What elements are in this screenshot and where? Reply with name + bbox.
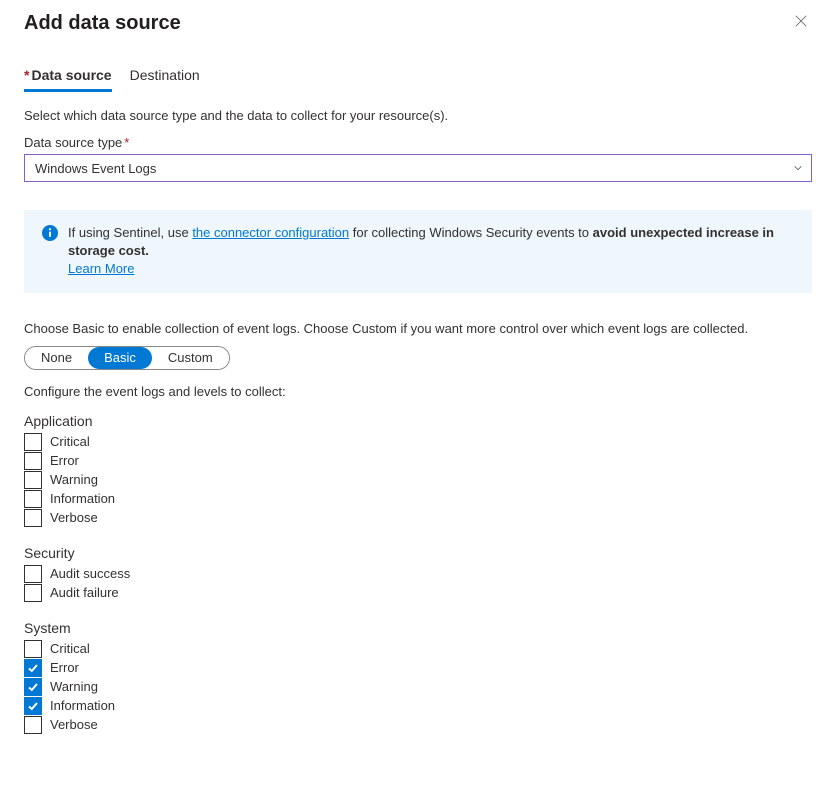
checkbox-row[interactable]: Critical — [24, 433, 812, 451]
group-label: Application — [24, 413, 812, 429]
checkbox-row[interactable]: Verbose — [24, 716, 812, 734]
checkbox-row[interactable]: Warning — [24, 678, 812, 696]
checkbox[interactable] — [24, 471, 42, 489]
log-group-application: Application Critical Error Warning Informati… — [24, 413, 812, 527]
chevron-down-icon — [793, 163, 803, 173]
pill-custom[interactable]: Custom — [152, 347, 229, 369]
panel-header: Add data source — [24, 12, 812, 35]
info-icon — [42, 225, 58, 241]
checkbox-label: Information — [50, 491, 115, 506]
log-group-system: System Critical Error Warning Information Ver… — [24, 620, 812, 734]
checkbox[interactable] — [24, 716, 42, 734]
checkbox-label: Audit failure — [50, 585, 119, 600]
checkbox-label: Error — [50, 660, 79, 675]
info-text: If using Sentinel, use the connector con… — [68, 224, 794, 279]
checkbox-row[interactable]: Critical — [24, 640, 812, 658]
checkbox[interactable] — [24, 640, 42, 658]
checkbox[interactable] — [24, 433, 42, 451]
connector-config-link[interactable]: the connector configuration — [192, 225, 349, 240]
checkbox-label: Information — [50, 698, 115, 713]
log-group-security: Security Audit success Audit failure — [24, 545, 812, 602]
checkbox-row[interactable]: Information — [24, 697, 812, 715]
checkbox-label: Critical — [50, 434, 90, 449]
learn-more-link[interactable]: Learn More — [68, 261, 134, 276]
data-source-type-label: Data source type* — [24, 135, 812, 150]
checkbox-row[interactable]: Audit success — [24, 565, 812, 583]
checkbox[interactable] — [24, 584, 42, 602]
checkbox-row[interactable]: Error — [24, 659, 812, 677]
checkbox-label: Verbose — [50, 717, 98, 732]
checkbox-label: Warning — [50, 679, 98, 694]
tab-data-source[interactable]: *Data source — [24, 63, 112, 92]
checkbox-label: Error — [50, 453, 79, 468]
tabs: *Data source Destination — [24, 63, 812, 92]
checkbox-row[interactable]: Verbose — [24, 509, 812, 527]
checkbox-row[interactable]: Error — [24, 452, 812, 470]
checkbox[interactable] — [24, 565, 42, 583]
checkbox-row[interactable]: Warning — [24, 471, 812, 489]
checkbox-row[interactable]: Audit failure — [24, 584, 812, 602]
configure-text: Configure the event logs and levels to c… — [24, 384, 812, 399]
pill-basic[interactable]: Basic — [88, 347, 152, 369]
checkbox[interactable] — [24, 452, 42, 470]
checkbox[interactable] — [24, 678, 42, 696]
checkbox-row[interactable]: Information — [24, 490, 812, 508]
checkbox[interactable] — [24, 697, 42, 715]
checkbox[interactable] — [24, 490, 42, 508]
checkbox-label: Verbose — [50, 510, 98, 525]
info-callout: If using Sentinel, use the connector con… — [24, 210, 812, 293]
pill-none[interactable]: None — [25, 347, 88, 369]
checkbox-label: Critical — [50, 641, 90, 656]
close-icon[interactable] — [790, 12, 812, 34]
intro-text: Select which data source type and the da… — [24, 108, 812, 123]
tab-destination[interactable]: Destination — [130, 63, 200, 92]
checkbox-label: Audit success — [50, 566, 130, 581]
page-title: Add data source — [24, 12, 181, 35]
group-label: Security — [24, 545, 812, 561]
checkbox[interactable] — [24, 509, 42, 527]
data-source-type-dropdown[interactable]: Windows Event Logs — [24, 154, 812, 182]
checkbox[interactable] — [24, 659, 42, 677]
checkbox-label: Warning — [50, 472, 98, 487]
dropdown-value: Windows Event Logs — [35, 161, 156, 176]
choose-description: Choose Basic to enable collection of eve… — [24, 321, 812, 336]
mode-pill-group: None Basic Custom — [24, 346, 230, 370]
group-label: System — [24, 620, 812, 636]
